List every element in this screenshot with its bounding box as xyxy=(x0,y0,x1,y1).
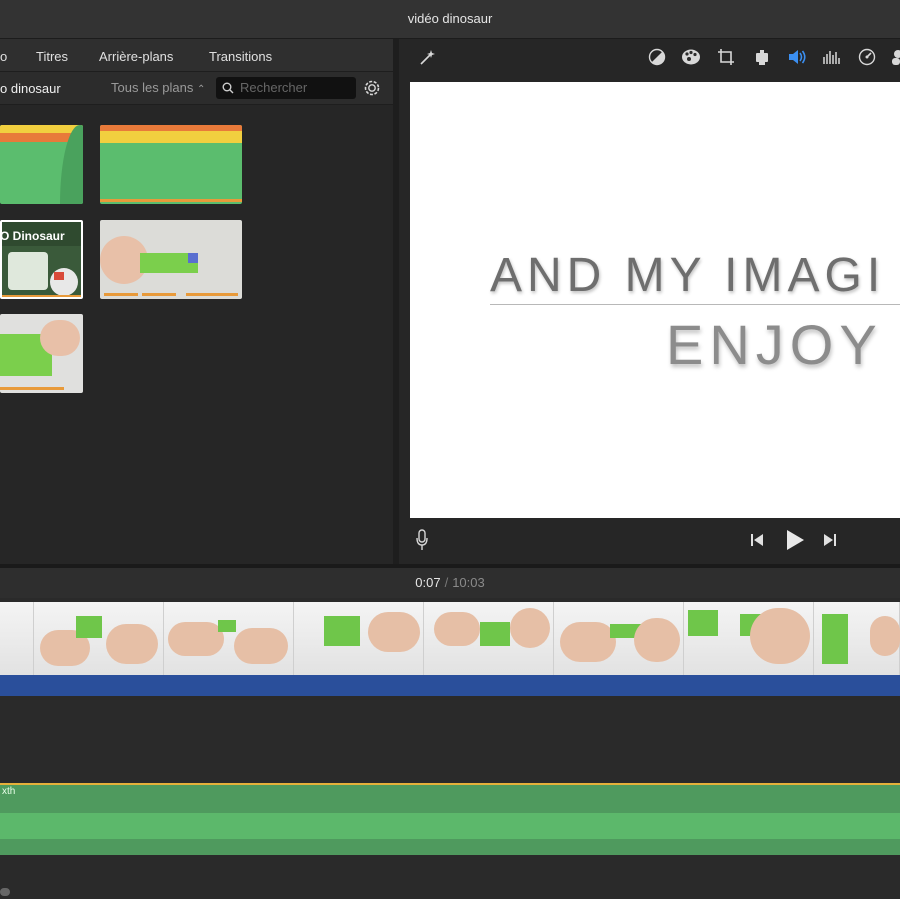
clip-thumbnail-2[interactable] xyxy=(100,125,242,204)
magic-wand-icon[interactable] xyxy=(417,48,437,68)
filter-bar: o dinosaur Tous les plans ⌃ Rechercher xyxy=(0,72,393,105)
more-icon[interactable] xyxy=(890,48,900,66)
timeline-scrollbar[interactable] xyxy=(0,888,10,896)
viewer-toolbar xyxy=(399,39,900,77)
stabilization-icon[interactable] xyxy=(753,48,771,66)
clip-thumbnail-5[interactable] xyxy=(0,314,83,393)
timeline[interactable]: xth xyxy=(0,598,900,899)
clip-frame xyxy=(814,602,900,675)
video-preview[interactable]: AND MY IMAGI ENJOY xyxy=(410,82,900,518)
clip-thumbnail-1[interactable] xyxy=(0,125,83,204)
tab-transitions[interactable]: Transitions xyxy=(209,49,272,64)
title-bar: vidéo dinosaur xyxy=(0,0,900,39)
preview-title-rule xyxy=(490,304,900,305)
video-clip[interactable] xyxy=(0,602,900,675)
search-input[interactable]: Rechercher xyxy=(216,77,356,99)
tab-titres[interactable]: Titres xyxy=(36,49,68,64)
clip-frame xyxy=(34,602,164,675)
preview-title-line2: ENJOY xyxy=(666,313,883,376)
speed-icon[interactable] xyxy=(858,48,876,66)
timecode: 0:07/10:03 xyxy=(0,568,900,590)
preview-title-line1: AND MY IMAGI xyxy=(490,249,886,302)
playback-controls xyxy=(399,519,900,564)
skip-back-icon[interactable] xyxy=(750,533,764,547)
clip-frame xyxy=(0,602,34,675)
clip-frame xyxy=(424,602,554,675)
play-icon[interactable] xyxy=(785,529,805,551)
skip-forward-icon[interactable] xyxy=(823,533,837,547)
timecode-separator: / xyxy=(444,575,449,590)
search-placeholder: Rechercher xyxy=(240,80,308,95)
thumbnail-title: O Dinosaur xyxy=(0,229,65,243)
timecode-total: 10:03 xyxy=(452,575,485,590)
clip-frame xyxy=(294,602,424,675)
gear-icon[interactable] xyxy=(362,78,382,98)
color-balance-icon[interactable] xyxy=(648,48,666,66)
browser-tabs: o Titres Arrière-plans Transitions xyxy=(0,39,393,72)
tab-arriere-plans[interactable]: Arrière-plans xyxy=(99,49,173,64)
timecode-current: 0:07 xyxy=(415,575,441,590)
library-name[interactable]: o dinosaur xyxy=(0,81,61,96)
clip-frame xyxy=(554,602,684,675)
clip-frame xyxy=(684,602,814,675)
window-title: vidéo dinosaur xyxy=(407,11,493,26)
timecode-bar: 0:07/10:03 xyxy=(0,568,900,598)
microphone-icon[interactable] xyxy=(416,529,428,551)
updown-icon: ⌃ xyxy=(197,84,206,95)
volume-icon[interactable] xyxy=(787,48,807,66)
clip-thumbnail-3[interactable]: O Dinosaur xyxy=(0,220,83,299)
tab-partial[interactable]: o xyxy=(0,49,7,64)
viewer: AND MY IMAGI ENJOY xyxy=(399,39,900,564)
clip-thumbnail-4[interactable] xyxy=(100,220,242,299)
audio-waveform xyxy=(0,813,900,839)
clip-filter-select[interactable]: Tous les plans ⌃ xyxy=(111,80,205,95)
clip-filter-label: Tous les plans xyxy=(111,80,194,95)
color-palette-icon[interactable] xyxy=(681,48,701,66)
crop-icon[interactable] xyxy=(717,48,735,66)
clip-frame xyxy=(164,602,294,675)
clip-audio-bar[interactable] xyxy=(0,675,900,696)
search-icon xyxy=(222,82,234,94)
music-track[interactable]: xth xyxy=(0,783,900,855)
media-browser: o Titres Arrière-plans Transitions o din… xyxy=(0,39,393,564)
music-track-label: xth xyxy=(2,786,16,797)
equalizer-icon[interactable] xyxy=(822,48,842,66)
